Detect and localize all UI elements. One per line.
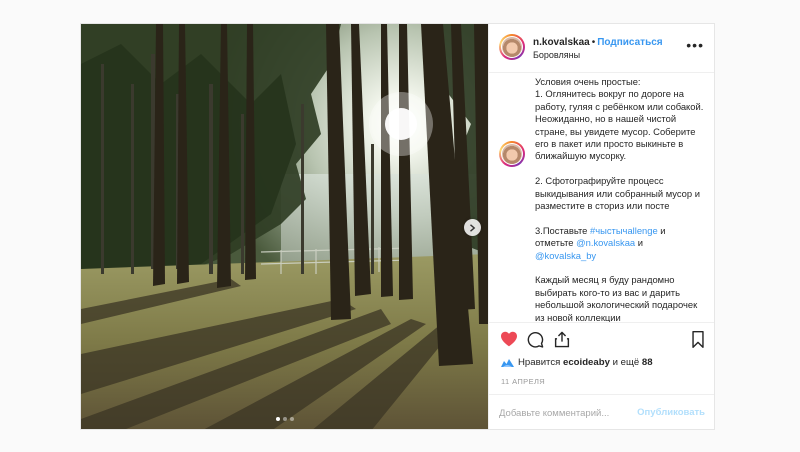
likes-text: Нравится ecoideaby и ещё 88	[518, 357, 653, 368]
avatar[interactable]	[499, 34, 525, 60]
more-options-icon[interactable]: •••	[686, 38, 704, 52]
follow-button[interactable]: Подписаться	[597, 37, 662, 48]
username-link[interactable]: n.kovalskaa	[533, 37, 590, 48]
carousel-dot	[282, 417, 287, 421]
mention-link[interactable]: @kovalska_by	[535, 250, 596, 261]
caption-step3: 3.Поставьте #чыстычallenge и отметьте @n…	[535, 225, 705, 262]
heart-icon[interactable]	[500, 331, 518, 352]
post-photo[interactable]	[81, 24, 488, 429]
action-bar	[489, 322, 714, 357]
caption-line: 2. Сфотографируйте процесс выкидывания и…	[535, 175, 700, 212]
post-caption: Условия очень простые: 1. Оглянитесь вок…	[535, 76, 705, 322]
publish-button[interactable]: Опубликовать	[637, 407, 705, 418]
share-icon[interactable]	[554, 331, 570, 353]
post-header: n.kovalskaa • Подписаться Боровляны •••	[489, 24, 714, 73]
caption-avatar[interactable]	[499, 141, 525, 167]
likes-row: Нравится ecoideaby и ещё 88	[501, 357, 653, 368]
instagram-post: n.kovalskaa • Подписаться Боровляны ••• Ус…	[80, 23, 715, 430]
add-comment-section: Опубликовать	[489, 394, 714, 429]
likes-middle: и ещё	[609, 357, 642, 368]
post-side-panel: n.kovalskaa • Подписаться Боровляны ••• Ус…	[488, 24, 714, 429]
carousel-dots	[81, 417, 488, 421]
comment-input[interactable]	[499, 405, 629, 421]
comment-icon[interactable]	[527, 331, 544, 353]
separator: •	[591, 37, 596, 48]
forest-photo	[81, 24, 488, 429]
post-date[interactable]: 11 АПРЕЛЯ	[501, 377, 545, 386]
bookmark-icon[interactable]	[691, 331, 705, 353]
caption-text: и	[635, 237, 643, 249]
chevron-right-icon	[470, 223, 476, 232]
caption-text: 3.Поставьте	[535, 224, 590, 236]
carousel-dot	[275, 417, 280, 421]
caption-line: 1. Оглянитесь вокруг по дороге на работу…	[535, 88, 704, 162]
liker-username-link[interactable]: ecoideaby	[563, 357, 610, 368]
carousel-next-button[interactable]	[464, 219, 481, 236]
likers-avatar-icon	[501, 358, 514, 367]
likes-prefix: Нравится	[518, 357, 563, 368]
hashtag-link[interactable]: #чыстычallenge	[590, 225, 658, 236]
mention-link[interactable]: @n.kovalskaa	[576, 237, 635, 248]
likes-count-link[interactable]: 88	[642, 357, 653, 368]
caption-line: Каждый месяц я буду рандомно выбирать ко…	[535, 274, 698, 322]
caption-line: Условия очень простые:	[535, 76, 641, 87]
username-row: n.kovalskaa • Подписаться	[533, 37, 663, 48]
comments-area[interactable]: Условия очень простые: 1. Оглянитесь вок…	[489, 73, 714, 322]
location-link[interactable]: Боровляны	[533, 50, 580, 60]
carousel-dot	[289, 417, 294, 421]
